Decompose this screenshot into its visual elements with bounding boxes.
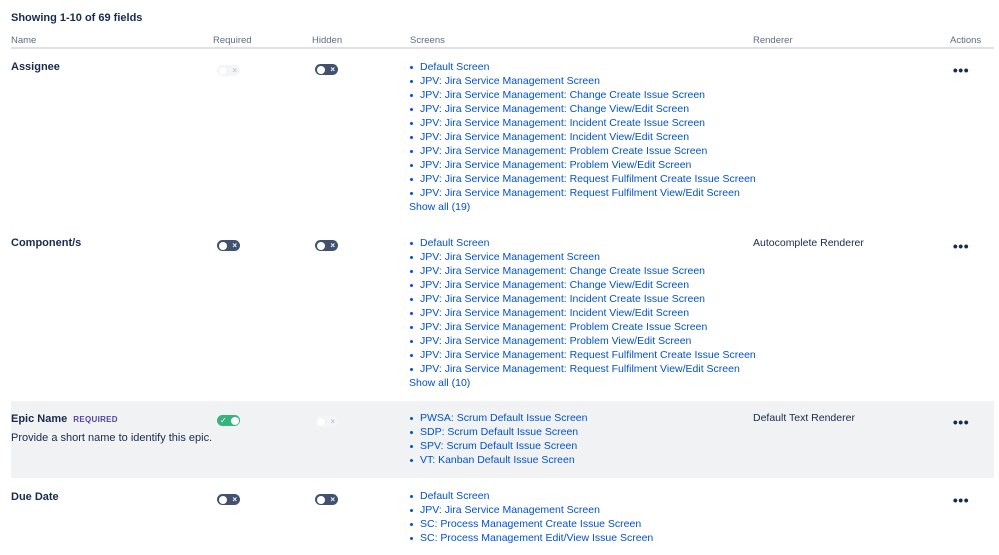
required-toggle[interactable]: × — [217, 494, 240, 505]
screen-link[interactable]: Default Screen — [409, 60, 756, 74]
renderer-value: Default Text Renderer — [753, 412, 855, 424]
screen-link[interactable]: JPV: Jira Service Management: Request Fu… — [409, 186, 756, 200]
screen-link[interactable]: JPV: Jira Service Management: Change Vie… — [409, 102, 756, 116]
toggle-knob — [218, 495, 227, 504]
required-toggle[interactable]: × — [217, 240, 240, 251]
column-header-required: Required — [213, 35, 252, 46]
screen-link[interactable]: JPV: Jira Service Management: Incident V… — [409, 130, 756, 144]
results-summary: Showing 1-10 of 69 fields — [11, 12, 143, 24]
field-description: Provide a short name to identify this ep… — [11, 432, 213, 444]
screens-list: PWSA: Scrum Default Issue Screen SDP: Sc… — [409, 411, 587, 467]
screen-link[interactable]: JPV: Jira Service Management: Problem Cr… — [409, 144, 756, 158]
screen-link[interactable]: JPV: Jira Service Management: Request Fu… — [409, 348, 756, 362]
toggle-knob — [218, 66, 227, 75]
show-all-link[interactable]: Show all (10) — [409, 376, 756, 390]
table-row: Epic Name REQUIRED Provide a short name t… — [11, 401, 994, 478]
field-name: Epic Name REQUIRED — [11, 413, 118, 425]
screens-list: Default Screen JPV: Jira Service Managem… — [409, 60, 756, 214]
column-header-hidden: Hidden — [312, 35, 343, 46]
column-header-renderer: Renderer — [753, 35, 793, 46]
cross-icon: × — [232, 241, 237, 250]
cross-icon: × — [232, 66, 237, 75]
screen-link[interactable]: SC: Process Management Create Issue Scre… — [409, 517, 653, 531]
header-divider — [11, 47, 994, 49]
screen-link[interactable]: SC: Process Management Edit/View Issue S… — [409, 531, 653, 545]
screen-link[interactable]: PWSA: Scrum Default Issue Screen — [409, 411, 587, 425]
table-row: Assignee × × Default Screen JPV: Jira Se… — [11, 55, 994, 230]
hidden-toggle[interactable]: × — [315, 64, 338, 75]
toggle-knob — [316, 417, 325, 426]
screen-link[interactable]: JPV: Jira Service Management Screen — [409, 503, 653, 517]
cross-icon: × — [330, 495, 335, 504]
screen-link[interactable]: JPV: Jira Service Management Screen — [409, 250, 756, 264]
toggle-knob — [316, 495, 325, 504]
more-actions-button[interactable]: ••• — [951, 239, 971, 255]
table-row: Due Date × × Default Screen JPV: Jira Se… — [11, 485, 994, 553]
screen-link[interactable]: JPV: Jira Service Management: Incident C… — [409, 116, 756, 130]
toggle-knob — [230, 416, 239, 425]
renderer-value: Autocomplete Renderer — [753, 237, 864, 249]
screen-link[interactable]: JPV: Jira Service Management: Change Cre… — [409, 264, 756, 278]
column-header-actions: Actions — [950, 35, 982, 46]
field-name-label: Epic Name — [11, 413, 68, 425]
screen-link[interactable]: JPV: Jira Service Management: Problem Vi… — [409, 158, 756, 172]
table-row: Component/s × × Default Screen JPV: Jira… — [11, 231, 994, 399]
screen-link[interactable]: JPV: Jira Service Management: Incident C… — [409, 292, 756, 306]
more-actions-button[interactable]: ••• — [951, 63, 971, 79]
required-badge: REQUIRED — [73, 415, 118, 424]
screen-link[interactable]: JPV: Jira Service Management: Incident V… — [409, 306, 756, 320]
hidden-toggle[interactable]: × — [315, 494, 338, 505]
more-actions-button[interactable]: ••• — [951, 415, 971, 431]
hidden-toggle: × — [315, 416, 338, 427]
screen-link[interactable]: Default Screen — [409, 236, 756, 250]
required-toggle: × — [217, 65, 240, 76]
show-all-link[interactable]: Show all (19) — [409, 200, 756, 214]
required-toggle[interactable]: ✓ — [217, 415, 240, 426]
screen-link[interactable]: VT: Kanban Default Issue Screen — [409, 453, 587, 467]
check-icon: ✓ — [220, 416, 227, 425]
screens-list: Default Screen JPV: Jira Service Managem… — [409, 236, 756, 390]
column-header-name: Name — [11, 35, 37, 46]
screen-link[interactable]: JPV: Jira Service Management: Change Cre… — [409, 88, 756, 102]
screen-link[interactable]: JPV: Jira Service Management: Request Fu… — [409, 172, 756, 186]
screen-link[interactable]: SDP: Scrum Default Issue Screen — [409, 425, 587, 439]
cross-icon: × — [232, 495, 237, 504]
hidden-toggle[interactable]: × — [315, 240, 338, 251]
toggle-knob — [218, 241, 227, 250]
more-actions-button[interactable]: ••• — [951, 493, 971, 509]
column-header-screens: Screens — [410, 35, 445, 46]
screen-link[interactable]: JPV: Jira Service Management: Problem Vi… — [409, 334, 756, 348]
field-name: Component/s — [11, 237, 82, 249]
field-name: Due Date — [11, 491, 59, 503]
toggle-knob — [316, 65, 325, 74]
cross-icon: × — [330, 65, 335, 74]
screens-list: Default Screen JPV: Jira Service Managem… — [409, 489, 653, 545]
screen-link[interactable]: JPV: Jira Service Management: Change Vie… — [409, 278, 756, 292]
toggle-knob — [316, 241, 325, 250]
screen-link[interactable]: Default Screen — [409, 489, 653, 503]
cross-icon: × — [330, 417, 335, 426]
cross-icon: × — [330, 241, 335, 250]
field-name: Assignee — [11, 61, 60, 73]
screen-link[interactable]: JPV: Jira Service Management: Request Fu… — [409, 362, 756, 376]
screen-link[interactable]: SPV: Scrum Default Issue Screen — [409, 439, 587, 453]
screen-link[interactable]: JPV: Jira Service Management Screen — [409, 74, 756, 88]
screen-link[interactable]: JPV: Jira Service Management: Problem Cr… — [409, 320, 756, 334]
